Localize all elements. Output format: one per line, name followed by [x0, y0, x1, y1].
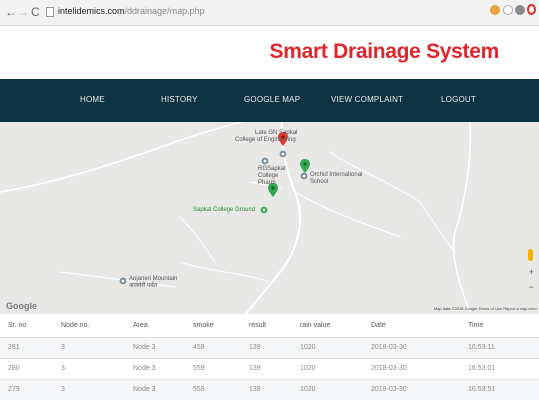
opera-icon[interactable] — [527, 4, 536, 15]
poi-label-line: Anjaneri Mountain — [129, 276, 178, 282]
table-row: 281 3 Node 3 459 139 1020 2018-03-30 16:… — [0, 337, 539, 358]
google-logo: Google — [6, 301, 37, 311]
table-cell: 16:53:01 — [468, 365, 496, 372]
poi-label: College of Engineering — [235, 137, 296, 144]
table-cell: 139 — [249, 365, 261, 372]
green-marker-icon[interactable] — [300, 159, 310, 173]
browser-toolbar: ← → C intelidemics.com/ddrainage/map.php — [0, 0, 539, 26]
table-cell: 1020 — [300, 365, 316, 372]
google-map[interactable]: Late GN Sapkal College of Engineering RG… — [0, 122, 539, 314]
poi-label: Late GN Sapkal — [255, 130, 297, 137]
poi-label-line: RGSapkal — [258, 166, 286, 172]
table-cell: 279 — [8, 386, 20, 393]
forward-icon[interactable]: → — [17, 5, 29, 19]
table-cell: 16:53:51 — [468, 386, 496, 393]
poi-label-line: College of Engineering — [235, 137, 296, 143]
mountain-poi-icon — [119, 277, 127, 285]
url-host: intelidemics.com — [58, 6, 125, 16]
settings-icon[interactable] — [515, 5, 525, 15]
page-icon — [46, 7, 54, 17]
table-cell: Node 3 — [133, 365, 156, 372]
table-cell: 139 — [249, 344, 261, 351]
map-roads — [0, 122, 472, 314]
nav-logout[interactable]: LOGOUT — [441, 95, 476, 104]
table-row: 280 3 Node 3 559 139 1020 2018-03-30 16:… — [0, 358, 539, 379]
readings-table: Sr. no Node no. Area smoke result rain v… — [0, 316, 539, 400]
park-poi-icon — [260, 206, 268, 214]
table-cell: Node 3 — [133, 344, 156, 351]
table-cell: 3 — [61, 365, 65, 372]
table-cell: 2018-03-30 — [371, 344, 407, 351]
reload-icon[interactable]: C — [31, 5, 40, 19]
main-nav: HOME HISTORY GOOGLE MAP VIEW COMPLAINT L… — [0, 79, 539, 122]
table-cell: 281 — [8, 344, 20, 351]
table-header-row: Sr. no Node no. Area smoke result rain v… — [0, 316, 539, 337]
header-cell: Time — [468, 322, 484, 329]
table-cell: 3 — [61, 344, 65, 351]
nav-view-complaint[interactable]: VIEW COMPLAINT — [331, 95, 403, 104]
poi-label-line: Late GN Sapkal — [255, 130, 298, 136]
header-cell: result — [249, 322, 267, 329]
table-cell: 3 — [61, 386, 65, 393]
header-cell: rain value — [300, 322, 331, 329]
table-row: 279 3 Node 3 559 139 1020 2018-03-30 16:… — [0, 379, 539, 400]
header-cell: smoke — [193, 322, 214, 329]
nav-history[interactable]: HISTORY — [161, 95, 198, 104]
zoom-out-button[interactable]: − — [529, 282, 534, 292]
table-cell: 459 — [193, 344, 205, 351]
nav-google-map[interactable]: GOOGLE MAP — [244, 95, 300, 104]
table-cell: 2018-03-30 — [371, 386, 407, 393]
bookmark-star-icon[interactable] — [503, 5, 513, 15]
url-path: /ddrainage/map.php — [124, 6, 205, 16]
header-cell: Area — [133, 322, 148, 329]
nav-home[interactable]: HOME — [80, 95, 105, 104]
back-icon[interactable]: ← — [5, 5, 17, 19]
poi-label: Anjaneri Mountain अंजनेरी पर्वत — [129, 276, 177, 290]
address-bar[interactable]: intelidemics.com/ddrainage/map.php — [58, 6, 205, 16]
header-cell: Date — [371, 322, 386, 329]
table-cell: 1020 — [300, 386, 316, 393]
table-cell: Node 3 — [133, 386, 156, 393]
poi-label-line: Pharm — [258, 180, 276, 186]
table-cell: 1020 — [300, 344, 316, 351]
table-cell: 16:53:11 — [468, 344, 495, 351]
table-cell: 559 — [193, 365, 205, 372]
table-cell: 139 — [249, 386, 261, 393]
table-cell: 559 — [193, 386, 205, 393]
poi-label: RGSapkal College Pharm — [258, 166, 285, 187]
poi-label: Orchid International School — [310, 172, 362, 186]
map-credit[interactable]: Map data ©2018 Google Terms of Use Repor… — [434, 306, 537, 311]
school-poi-icon — [300, 172, 308, 180]
pegman-icon[interactable] — [528, 249, 533, 261]
poi-label-line: School — [310, 179, 329, 185]
zoom-in-button[interactable]: + — [529, 267, 534, 277]
poi-label: Sapkal College Ground — [193, 207, 256, 213]
table-cell: 280 — [8, 365, 20, 372]
header-cell: Sr. no — [8, 322, 27, 329]
poi-label-line: अंजनेरी पर्वत — [129, 283, 158, 289]
table-cell: 2018-03-30 — [371, 365, 407, 372]
school-poi-icon — [279, 150, 287, 158]
site-title: Smart Drainage System — [269, 40, 500, 63]
extension-icon[interactable] — [490, 5, 500, 15]
poi-label-line: Orchid International — [310, 172, 363, 178]
header-cell: Node no. — [61, 322, 90, 329]
poi-label-line: College — [258, 173, 279, 179]
